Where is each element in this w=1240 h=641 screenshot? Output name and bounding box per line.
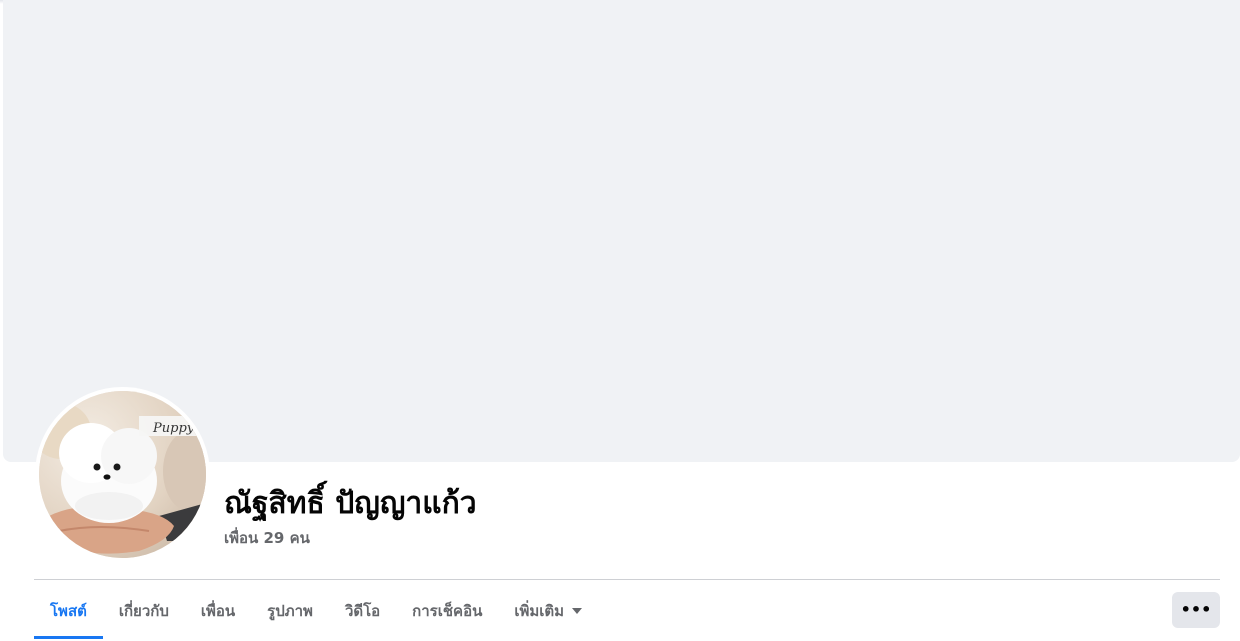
tab-label: โพสต์	[50, 601, 87, 620]
avatar[interactable]: Puppy	[39, 391, 206, 558]
tab-friends[interactable]: เพื่อน	[185, 580, 251, 641]
avatar-watermark: Puppy	[152, 421, 195, 436]
tab-checkins[interactable]: การเช็คอิน	[396, 580, 498, 641]
tab-videos[interactable]: วิดีโอ	[329, 580, 396, 641]
avatar-image: Puppy	[39, 391, 206, 558]
caret-down-icon	[572, 607, 583, 614]
tab-label: รูปภาพ	[267, 601, 313, 620]
profile-page: Puppy ณัฐสิทธิ์ ปัญญาแก้ว เพื่อน 29 คน โ…	[0, 0, 1240, 641]
tab-label: เพิ่มเติม	[514, 601, 565, 620]
tab-more[interactable]: เพิ่มเติม	[498, 580, 598, 641]
profile-tabs: โพสต์ เกี่ยวกับ เพื่อน รูปภาพ วิดีโอ การ…	[34, 580, 598, 641]
more-horizontal-icon: •••	[1180, 600, 1212, 619]
friends-count[interactable]: เพื่อน 29 คน	[224, 528, 310, 548]
tab-label: การเช็คอิน	[412, 601, 483, 620]
profile-name[interactable]: ณัฐสิทธิ์ ปัญญาแก้ว	[224, 484, 477, 524]
cover-photo[interactable]	[3, 0, 1240, 462]
tab-posts[interactable]: โพสต์	[34, 580, 103, 641]
tab-label: เพื่อน	[200, 601, 236, 620]
tab-label: วิดีโอ	[344, 601, 381, 620]
more-options-button[interactable]: •••	[1172, 592, 1220, 628]
tab-about[interactable]: เกี่ยวกับ	[103, 580, 185, 641]
tab-label: เกี่ยวกับ	[118, 601, 169, 620]
tab-photos[interactable]: รูปภาพ	[251, 580, 329, 641]
